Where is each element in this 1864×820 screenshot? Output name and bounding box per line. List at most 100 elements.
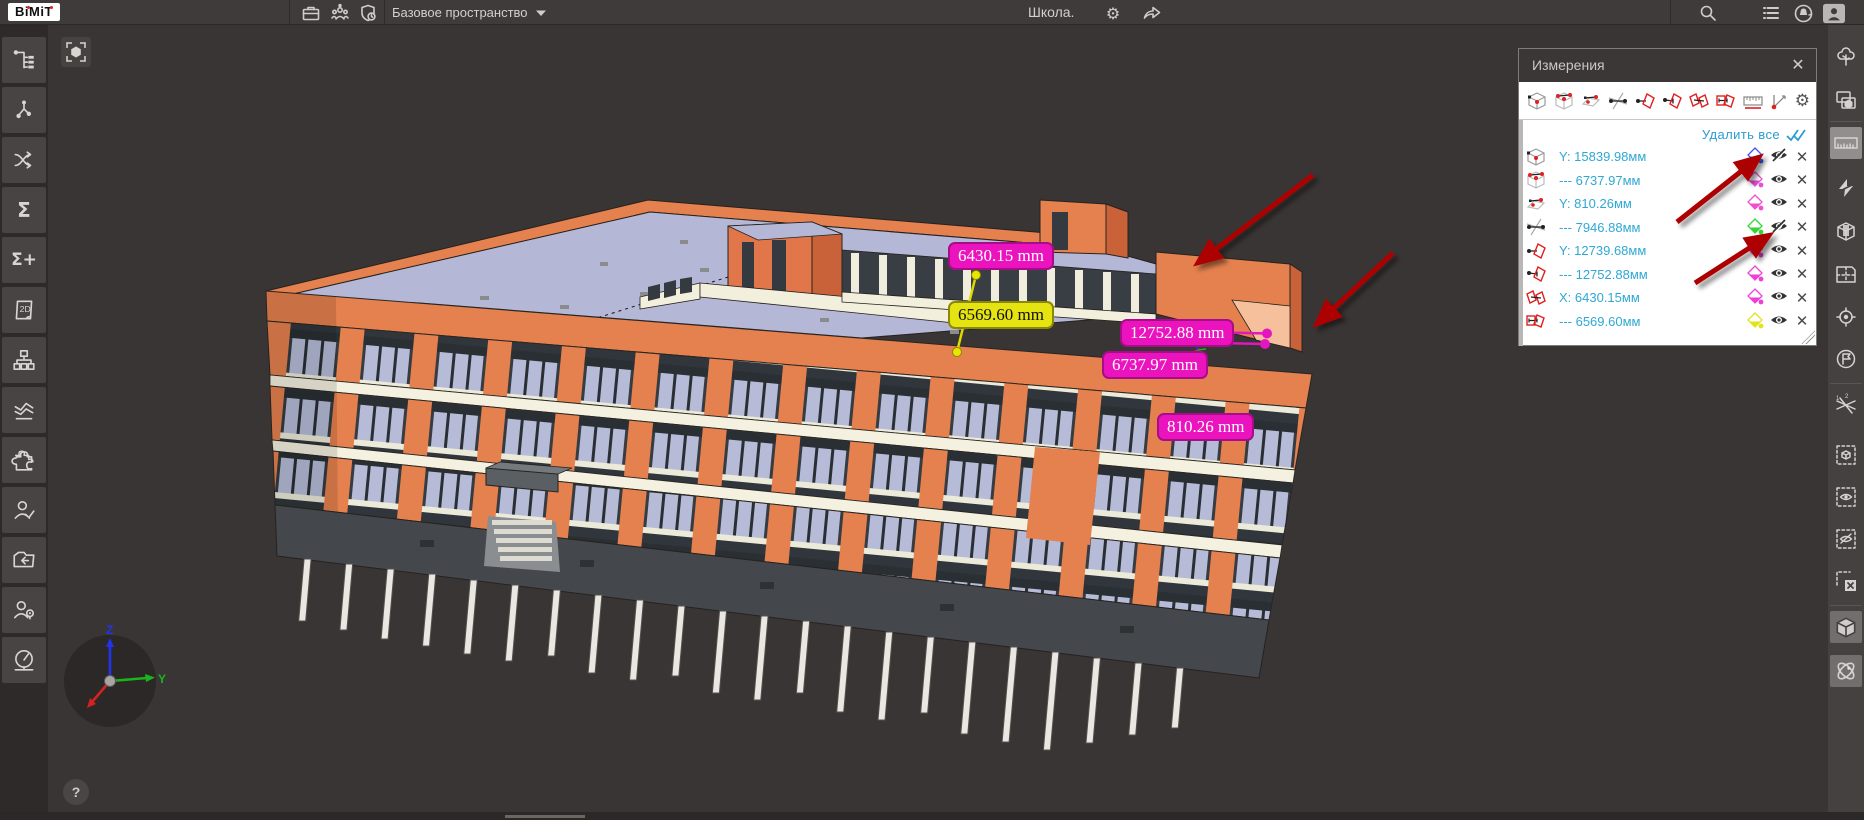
block-glazing — [1052, 212, 1068, 250]
tool-point-to-plane[interactable] — [1633, 88, 1657, 114]
panel-scrollbar[interactable] — [1519, 82, 1523, 346]
project-tree-icon[interactable] — [1830, 41, 1862, 73]
measurement-row[interactable]: Y: 810.26мм ✕ — [1525, 192, 1812, 215]
settings-gear-icon[interactable]: ⚙ — [1102, 2, 1124, 24]
color-swatch[interactable] — [1746, 287, 1766, 308]
close-icon[interactable]: ✕ — [1788, 56, 1808, 76]
app-logo[interactable]: BiMiT — [8, 3, 60, 21]
visibility-eye-icon[interactable] — [1766, 170, 1792, 191]
structure-tree-icon[interactable] — [2, 37, 46, 83]
user-check-icon[interactable] — [2, 487, 46, 533]
color-swatch[interactable] — [1746, 217, 1766, 238]
color-swatch[interactable] — [1746, 264, 1766, 285]
help-button[interactable]: ? — [63, 779, 89, 805]
graphs-icon[interactable] — [2, 387, 46, 433]
share-icon[interactable] — [1141, 2, 1163, 24]
panel-resize-handle[interactable] — [1801, 330, 1815, 344]
visibility-eye-icon[interactable] — [1766, 240, 1792, 261]
gizmo-y-label: Y — [158, 672, 166, 686]
measurement-row[interactable]: Y: 12739.68мм ✕ — [1525, 239, 1812, 262]
shaded-cube-icon[interactable] — [1830, 611, 1862, 643]
measurement-row[interactable]: --- 7946.88мм ✕ — [1525, 216, 1812, 239]
flag-marker-icon[interactable] — [1830, 343, 1862, 375]
panel-header[interactable]: Измерения ✕ — [1519, 49, 1816, 82]
measurement-tools: ⚙ — [1519, 82, 1816, 120]
measurement-label: 6737.97 mm — [1102, 351, 1208, 379]
visibility-eye-icon[interactable] — [1766, 311, 1792, 332]
clash-flash-icon[interactable] — [1830, 172, 1862, 204]
visibility-eye-icon[interactable] — [1766, 193, 1792, 214]
sheet-2d-icon[interactable]: 2D — [2, 287, 46, 333]
delete-row-icon[interactable]: ✕ — [1792, 265, 1812, 283]
notifications-bell-icon[interactable] — [1792, 2, 1814, 24]
sum-sigma-icon[interactable]: Σ — [2, 187, 46, 233]
team-icon[interactable] — [329, 2, 351, 24]
top-bar: BiMiT Базовое пространство Школа. ⚙ — [0, 0, 1864, 25]
delete-all-button[interactable]: Удалить все — [1702, 127, 1806, 142]
plugins-puzzle-icon[interactable] — [2, 437, 46, 483]
panel-settings-gear-icon[interactable]: ⚙ — [1795, 91, 1810, 111]
measurement-row[interactable]: Y: 15839.98мм ✕ — [1525, 145, 1812, 168]
bottom-strip-text-sliver — [505, 815, 585, 818]
compare-shuffle-icon[interactable] — [2, 137, 46, 183]
visibility-eye-slash-icon[interactable] — [1766, 146, 1792, 167]
tool-point-coordinates[interactable] — [1525, 88, 1549, 114]
tool-parallel-planes[interactable] — [1714, 88, 1738, 114]
delete-row-icon[interactable]: ✕ — [1792, 195, 1812, 213]
locate-target-icon[interactable] — [1830, 301, 1862, 333]
isolate-cube-icon[interactable] — [1830, 439, 1862, 471]
measurement-row[interactable]: --- 12752.88мм ✕ — [1525, 263, 1812, 286]
delete-row-icon[interactable]: ✕ — [1792, 148, 1812, 166]
shield-clock-icon[interactable] — [357, 2, 379, 24]
color-swatch[interactable] — [1746, 146, 1766, 167]
search-icon[interactable] — [1697, 2, 1719, 24]
briefcase-icon[interactable] — [300, 2, 322, 24]
user-location-icon[interactable] — [2, 587, 46, 633]
workspace-selector[interactable]: Базовое пространство — [392, 5, 528, 20]
measure-ruler-icon[interactable] — [1830, 127, 1862, 159]
dashboard-gauge-icon[interactable] — [2, 637, 46, 683]
color-swatch[interactable] — [1746, 193, 1766, 214]
measurement-row[interactable]: X: 6430.15мм ✕ — [1525, 286, 1812, 309]
measurement-label: 12752.88 mm — [1120, 319, 1234, 347]
sum-sigma-plus-icon[interactable]: Σ+ — [2, 237, 46, 283]
delete-row-icon[interactable]: ✕ — [1792, 289, 1812, 307]
delete-row-icon[interactable]: ✕ — [1792, 171, 1812, 189]
delete-row-icon[interactable]: ✕ — [1792, 242, 1812, 260]
measurement-row[interactable]: --- 6737.97мм ✕ — [1525, 169, 1812, 192]
visibility-eye-icon[interactable] — [1766, 264, 1792, 285]
axes-compare-icon[interactable]: 12 — [1830, 389, 1862, 421]
hierarchy-org-icon[interactable] — [2, 337, 46, 383]
tool-axis-to-axis[interactable] — [1606, 88, 1630, 114]
visibility-eye-icon[interactable] — [1766, 287, 1792, 308]
color-swatch[interactable] — [1746, 311, 1766, 332]
geometry-branch-icon[interactable] — [2, 87, 46, 133]
delete-row-icon[interactable]: ✕ — [1792, 312, 1812, 330]
hide-selected-eye-slash-icon[interactable] — [1830, 523, 1862, 555]
color-swatch[interactable] — [1746, 240, 1766, 261]
delete-row-icon[interactable]: ✕ — [1792, 218, 1812, 236]
tool-point-to-point[interactable] — [1552, 88, 1576, 114]
focus-hexagon-icon[interactable] — [61, 37, 91, 67]
tool-angle[interactable] — [1768, 88, 1792, 114]
measurement-value: --- 6569.60мм — [1559, 314, 1746, 329]
user-avatar-icon[interactable] — [1823, 2, 1845, 24]
caret-down-icon[interactable] — [530, 2, 552, 24]
measurement-row[interactable]: --- 6569.60мм ✕ — [1525, 310, 1812, 333]
list-icon[interactable] — [1760, 2, 1782, 24]
tool-point-to-edge[interactable] — [1579, 88, 1603, 114]
color-swatch[interactable] — [1746, 170, 1766, 191]
clear-selection-icon[interactable] — [1830, 565, 1862, 597]
tool-plane-to-plane[interactable] — [1687, 88, 1711, 114]
tool-ruler-free[interactable] — [1741, 88, 1765, 114]
show-selected-eye-icon[interactable] — [1830, 481, 1862, 513]
selection-layers-icon[interactable] — [1830, 84, 1862, 116]
visibility-eye-slash-icon[interactable] — [1766, 217, 1792, 238]
orbit-icon[interactable] — [1830, 655, 1862, 687]
folder-share-icon[interactable] — [2, 537, 46, 583]
penthouse-block-tower-side — [1106, 204, 1128, 258]
section-box-icon[interactable] — [1830, 215, 1862, 247]
tool-point-plane-normal[interactable] — [1660, 88, 1684, 114]
floor-plan-icon[interactable] — [1830, 258, 1862, 290]
axis-gizmo[interactable]: Z Y — [64, 623, 166, 727]
